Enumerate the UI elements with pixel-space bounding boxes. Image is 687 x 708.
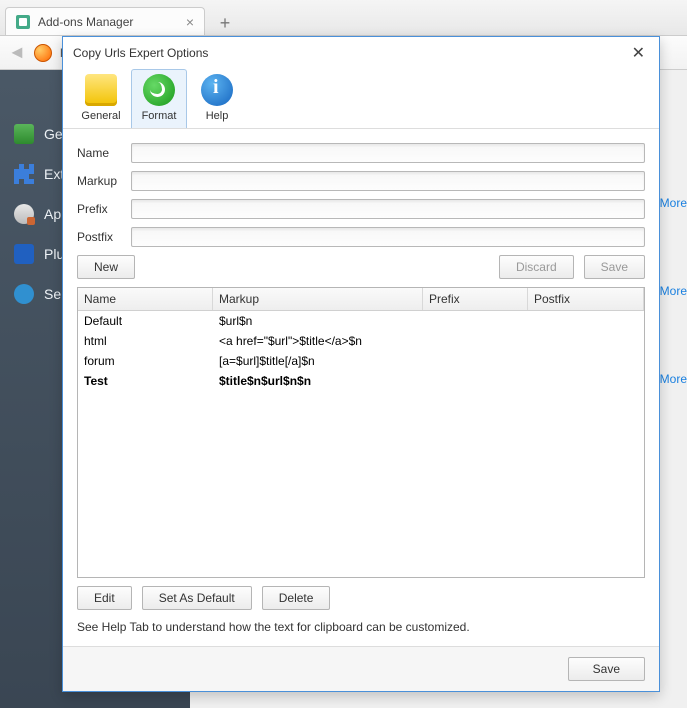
cell-markup: $title$n$url$n$n xyxy=(213,371,423,391)
close-icon[interactable]: ✕ xyxy=(628,43,649,63)
cell-name: forum xyxy=(78,351,213,371)
cell-postfix xyxy=(528,311,644,331)
col-markup[interactable]: Markup xyxy=(213,288,423,310)
tab-general[interactable]: General xyxy=(73,69,129,128)
discard-button[interactable]: Discard xyxy=(499,255,574,279)
set-default-button[interactable]: Set As Default xyxy=(142,586,252,610)
cell-name: html xyxy=(78,331,213,351)
new-tab-button[interactable]: + xyxy=(211,11,239,35)
info-icon xyxy=(201,74,233,106)
edit-button[interactable]: Edit xyxy=(77,586,132,610)
more-links: More More More xyxy=(660,196,687,460)
dialog-footer: Save xyxy=(63,646,659,691)
markup-input[interactable] xyxy=(131,171,645,191)
browser-tab[interactable]: Add-ons Manager × xyxy=(5,7,205,35)
more-link[interactable]: More xyxy=(660,196,687,210)
table-row[interactable]: Default$url$n xyxy=(78,311,644,331)
new-button[interactable]: New xyxy=(77,255,135,279)
dialog-titlebar: Copy Urls Expert Options ✕ xyxy=(63,37,659,67)
cell-postfix xyxy=(528,331,644,351)
table-row[interactable]: forum[a=$url]$title[/a]$n xyxy=(78,351,644,371)
cell-prefix xyxy=(423,331,528,351)
prefix-label: Prefix xyxy=(77,202,125,216)
format-icon xyxy=(143,74,175,106)
back-icon[interactable]: ◄ xyxy=(8,42,26,63)
dialog-tabs: General Format Help xyxy=(63,67,659,129)
cell-name: Test xyxy=(78,371,213,391)
name-label: Name xyxy=(77,146,125,160)
puzzle-icon xyxy=(14,164,34,184)
cell-prefix xyxy=(423,351,528,371)
cell-name: Default xyxy=(78,311,213,331)
appearance-icon xyxy=(14,204,34,224)
table-row[interactable]: html<a href="$url">$title</a>$n xyxy=(78,331,644,351)
cell-markup: <a href="$url">$title</a>$n xyxy=(213,331,423,351)
more-link[interactable]: More xyxy=(660,284,687,298)
folder-icon xyxy=(85,74,117,106)
dialog-title-text: Copy Urls Expert Options xyxy=(73,46,208,60)
addons-tab-icon xyxy=(16,15,30,29)
formats-table: Name Markup Prefix Postfix Default$url$n… xyxy=(77,287,645,578)
col-postfix[interactable]: Postfix xyxy=(528,288,644,310)
cell-prefix xyxy=(423,371,528,391)
save-button[interactable]: Save xyxy=(568,657,645,681)
tab-format[interactable]: Format xyxy=(131,69,187,128)
cell-prefix xyxy=(423,311,528,331)
postfix-input[interactable] xyxy=(131,227,645,247)
close-icon[interactable]: × xyxy=(186,14,194,30)
postfix-label: Postfix xyxy=(77,230,125,244)
tab-title: Add-ons Manager xyxy=(38,15,133,29)
tab-help[interactable]: Help xyxy=(189,69,245,128)
dialog-body: Name Markup Prefix Postfix New Discard S… xyxy=(63,129,659,646)
save-row-button[interactable]: Save xyxy=(584,255,645,279)
table-body: Default$url$nhtml<a href="$url">$title</… xyxy=(78,311,644,577)
col-name[interactable]: Name xyxy=(78,288,213,310)
firefox-icon xyxy=(34,44,52,62)
services-icon xyxy=(14,284,34,304)
browser-tabstrip: Add-ons Manager × + xyxy=(0,0,687,36)
markup-label: Markup xyxy=(77,174,125,188)
cell-postfix xyxy=(528,351,644,371)
col-prefix[interactable]: Prefix xyxy=(423,288,528,310)
help-text: See Help Tab to understand how the text … xyxy=(77,618,645,636)
cell-postfix xyxy=(528,371,644,391)
delete-button[interactable]: Delete xyxy=(262,586,331,610)
prefix-input[interactable] xyxy=(131,199,645,219)
table-header: Name Markup Prefix Postfix xyxy=(78,288,644,311)
options-dialog: Copy Urls Expert Options ✕ General Forma… xyxy=(62,36,660,692)
plugin-icon xyxy=(14,244,34,264)
cell-markup: [a=$url]$title[/a]$n xyxy=(213,351,423,371)
name-input[interactable] xyxy=(131,143,645,163)
more-link[interactable]: More xyxy=(660,372,687,386)
cell-markup: $url$n xyxy=(213,311,423,331)
table-row[interactable]: Test$title$n$url$n$n xyxy=(78,371,644,391)
box-icon xyxy=(14,124,34,144)
